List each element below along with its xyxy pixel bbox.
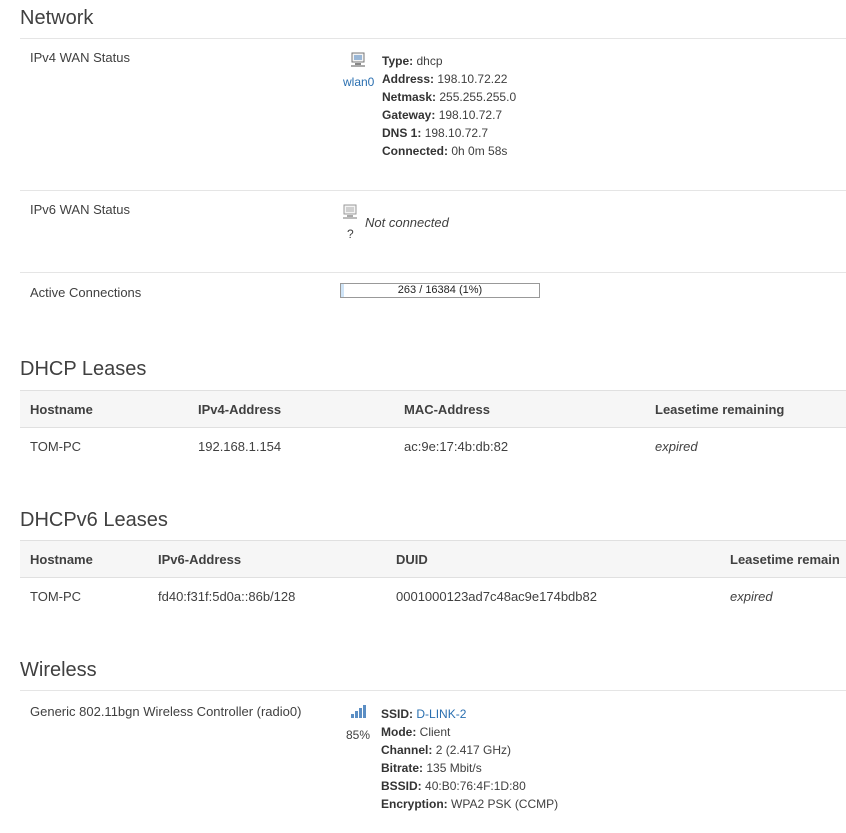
- connected-label: Connected:: [382, 144, 448, 158]
- ipv6-interface-unknown: ?: [347, 227, 354, 241]
- bitrate-value: 135 Mbit/s: [426, 761, 482, 775]
- wireless-title: Wireless: [20, 659, 97, 681]
- divider: [20, 190, 846, 191]
- encryption-value: WPA2 PSK (CCMP): [451, 797, 559, 811]
- mode-value: Client: [419, 725, 451, 739]
- dhcp-leases-title: DHCP Leases: [20, 358, 147, 380]
- network-title: Network: [20, 7, 94, 29]
- ipv6-wan-status-label: IPv6 WAN Status: [30, 202, 130, 217]
- column-header-duid: DUID: [396, 552, 428, 567]
- dns-label: DNS 1:: [382, 126, 422, 140]
- column-header-ipv4-address: IPv4-Address: [198, 402, 282, 417]
- address-label: Address:: [382, 72, 435, 86]
- bssid-value: 40:B0:76:4F:1D:80: [425, 779, 526, 793]
- mode-label: Mode:: [381, 725, 417, 739]
- ipv6-address-cell: fd40:f31f:5d0a::86b/128: [158, 589, 296, 604]
- mac-address-cell: ac:9e:17:4b:db:82: [404, 439, 509, 454]
- column-header-hostname: Hostname: [30, 552, 93, 567]
- hostname-cell: TOM-PC: [30, 589, 82, 604]
- channel-value: 2 (2.417 GHz): [435, 743, 512, 757]
- address-value: 198.10.72.22: [437, 72, 508, 86]
- dhcp-table-header: Hostname IPv4-Address MAC-Address Leaset…: [20, 390, 846, 428]
- wireless-details: SSID: D-LINK-2 Mode: Client Channel: 2 (…: [381, 705, 558, 813]
- progress-text: 263 / 16384 (1%): [397, 284, 483, 296]
- netmask-value: 255.255.255.0: [439, 90, 517, 104]
- dhcpv6-table-header: Hostname IPv6-Address DUID Leasetime rem…: [20, 540, 846, 578]
- dns-value: 198.10.72.7: [424, 126, 489, 140]
- wireless-device-label: Generic 802.11bgn Wireless Controller (r…: [30, 704, 302, 719]
- ssid-link[interactable]: D-LINK-2: [416, 707, 466, 721]
- active-connections-label: Active Connections: [30, 285, 142, 300]
- duid-cell: 0001000123ad7c48ac9e174bdb82: [396, 589, 597, 604]
- column-header-mac-address: MAC-Address: [404, 402, 490, 417]
- connected-value: 0h 0m 58s: [451, 144, 508, 158]
- ipv6-status: Not connected: [365, 215, 449, 230]
- bitrate-label: Bitrate:: [381, 761, 424, 775]
- type-value: dhcp: [416, 54, 443, 68]
- column-header-leasetime: Leasetime remain: [730, 552, 840, 567]
- network-disconnected-icon: [342, 204, 358, 223]
- gateway-label: Gateway:: [382, 108, 436, 122]
- wlan0-link[interactable]: wlan0: [343, 75, 374, 89]
- dhcpv6-leases-title: DHCPv6 Leases: [20, 509, 168, 531]
- column-header-ipv6-address: IPv6-Address: [158, 552, 242, 567]
- gateway-value: 198.10.72.7: [438, 108, 503, 122]
- type-label: Type:: [382, 54, 414, 68]
- netmask-label: Netmask:: [382, 90, 437, 104]
- active-connections-progress: 263 / 16384 (1%): [340, 283, 540, 298]
- ipv4-wan-status-label: IPv4 WAN Status: [30, 50, 130, 65]
- divider: [20, 690, 846, 691]
- hostname-cell: TOM-PC: [30, 439, 82, 454]
- signal-percent: 85%: [346, 728, 371, 742]
- ssid-label: SSID:: [381, 707, 414, 721]
- encryption-label: Encryption:: [381, 797, 448, 811]
- channel-label: Channel:: [381, 743, 433, 757]
- divider: [20, 38, 846, 39]
- divider: [20, 272, 846, 273]
- leasetime-cell: expired: [730, 589, 773, 604]
- signal-strength-icon: [350, 704, 368, 721]
- column-header-leasetime: Leasetime remaining: [655, 402, 785, 417]
- network-interface-icon: [350, 52, 366, 71]
- ipv4-details: Type: dhcp Address: 198.10.72.22 Netmask…: [382, 52, 516, 160]
- ipv4-address-cell: 192.168.1.154: [198, 439, 282, 454]
- leasetime-cell: expired: [655, 439, 698, 454]
- column-header-hostname: Hostname: [30, 402, 93, 417]
- bssid-label: BSSID:: [381, 779, 422, 793]
